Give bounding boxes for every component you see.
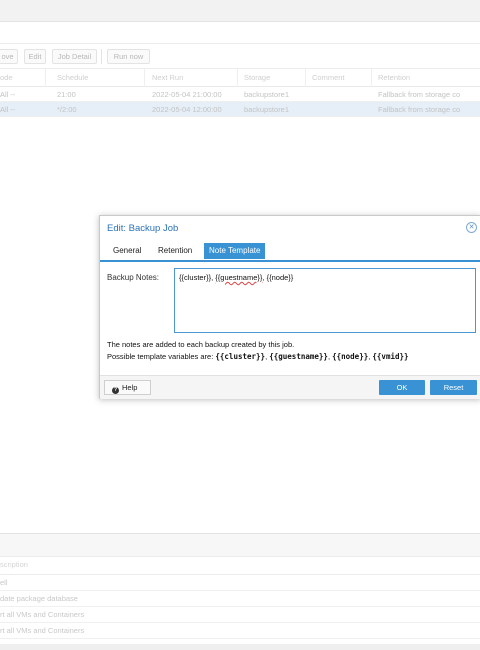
column-header-retention[interactable]: Retention	[374, 69, 480, 87]
list-item-label: rt all VMs and Containers	[0, 626, 85, 635]
tab-general[interactable]: General	[108, 243, 146, 259]
column-header-description[interactable]: scription	[0, 557, 28, 573]
column-header-schedule[interactable]: Schedule	[53, 69, 145, 87]
table-row[interactable]: All -- 21:00 2022-05-04 21:00:00 backups…	[0, 87, 480, 102]
panel-header	[0, 22, 480, 44]
cell-next-run: 2022-05-04 21:00:00	[152, 90, 222, 99]
notes-info-text: The notes are added to each backup creat…	[107, 340, 295, 349]
backup-notes-textarea[interactable]: {{cluster}}, {{guestname}}, {{node}}	[174, 268, 476, 333]
edit-backup-job-dialog: Edit: Backup Job ✕ General Retention Not…	[99, 215, 480, 399]
template-var-guestname: {{guestname}}	[269, 352, 328, 361]
job-detail-button[interactable]: Job Detail	[52, 49, 97, 64]
cell-retention: Fallback from storage co	[378, 105, 461, 114]
list-item[interactable]: ell	[0, 575, 480, 591]
top-bar	[0, 0, 480, 22]
column-header-node[interactable]: ode	[0, 69, 46, 87]
list-item[interactable]: rt all VMs and Containers	[0, 623, 480, 639]
cell-comment	[308, 102, 312, 117]
close-icon[interactable]: ✕	[466, 222, 477, 233]
tab-underline	[100, 260, 480, 262]
run-now-button[interactable]: Run now	[107, 49, 150, 64]
list-item-label: ell	[0, 578, 8, 587]
grid-header: ode Schedule Next Run Storage Comment Re…	[0, 69, 480, 87]
template-var-node: {{node}}	[332, 352, 369, 361]
cell-retention: Fallback from storage co	[378, 90, 461, 99]
cell-next-run: 2022-05-04 12:00:00	[152, 105, 222, 114]
ok-button[interactable]: OK	[379, 380, 425, 395]
backup-jobs-grid: ode Schedule Next Run Storage Comment Re…	[0, 69, 480, 117]
column-header-comment[interactable]: Comment	[308, 69, 372, 87]
list-item-label: date package database	[0, 594, 78, 603]
table-row-selected[interactable]: All -- */2:00 2022-05-04 12:00:00 backup…	[0, 102, 480, 117]
list-item-label: rt all VMs and Containers	[0, 610, 85, 619]
list-item[interactable]: rt all VMs and Containers	[0, 607, 480, 623]
column-header-storage[interactable]: Storage	[240, 69, 306, 87]
tab-retention[interactable]: Retention	[153, 243, 197, 259]
question-icon: ?	[112, 387, 119, 394]
notes-text-guestname: {{guestname}}	[215, 273, 263, 282]
template-var-cluster: {{cluster}}	[215, 352, 266, 361]
lower-panel-toolbar	[0, 533, 480, 557]
dialog-title: Edit: Backup Job	[107, 223, 179, 234]
notes-text-cluster: {{cluster}},	[179, 273, 216, 282]
notes-text-node: , {{node}}	[262, 273, 294, 282]
remove-button[interactable]: ove	[0, 49, 18, 64]
bottom-strip	[0, 644, 480, 650]
cell-node: All --	[0, 105, 16, 114]
backup-notes-label: Backup Notes:	[107, 273, 160, 282]
lower-panel: scription ell date package database rt a…	[0, 533, 480, 650]
template-var-vmid: {{vmid}}	[372, 352, 409, 361]
dialog-footer: ? Help OK Reset	[100, 375, 480, 399]
list-item[interactable]: date package database	[0, 591, 480, 607]
tab-note-template[interactable]: Note Template	[204, 243, 266, 259]
toolbar-separator	[101, 49, 102, 64]
cell-node: All --	[0, 90, 16, 99]
column-header-next-run[interactable]: Next Run	[148, 69, 238, 87]
cell-storage: backupstore1	[244, 105, 290, 114]
lower-grid-header: scription	[0, 557, 480, 575]
cell-comment	[308, 87, 312, 102]
help-button[interactable]: ? Help	[104, 380, 151, 395]
help-button-label: Help	[122, 383, 138, 392]
edit-button[interactable]: Edit	[24, 49, 46, 64]
jobs-toolbar: ove Edit Job Detail Run now	[0, 44, 480, 69]
cell-schedule: */2:00	[57, 105, 77, 114]
cell-storage: backupstore1	[244, 90, 290, 99]
template-variables-text: Possible template variables are: {{clust…	[107, 352, 409, 361]
template-variables-prefix: Possible template variables are:	[107, 352, 216, 361]
reset-button[interactable]: Reset	[430, 380, 477, 395]
cell-schedule: 21:00	[57, 90, 76, 99]
